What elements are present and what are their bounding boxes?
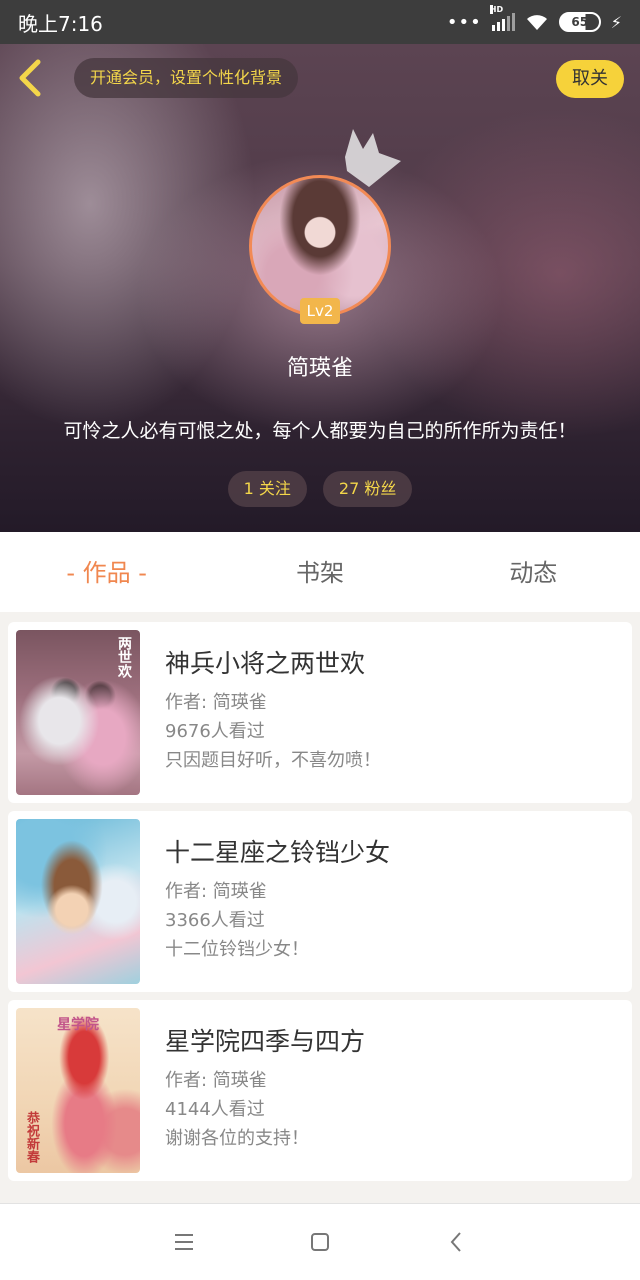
avatar[interactable] <box>249 175 391 317</box>
work-cover[interactable]: 星学院 恭祝新春 <box>16 1008 140 1173</box>
wifi-icon <box>526 15 547 30</box>
back-button[interactable] <box>16 58 52 98</box>
following-count[interactable]: 1 关注 <box>227 471 307 507</box>
work-title[interactable]: 十二星座之铃铛少女 <box>165 833 390 869</box>
home-button[interactable] <box>304 1226 336 1258</box>
profile-tabs: - 作品 - 书架 动态 <box>0 532 640 612</box>
stats-row: 1 关注 27 粉丝 <box>0 471 640 507</box>
nickname: 简瑛雀 <box>286 356 353 381</box>
bio: 可怜之人必有可恨之处，每个人都要为自己的所作所为责任！ <box>63 420 577 442</box>
work-author: 作者: 简瑛雀 <box>165 692 267 713</box>
vip-background-prompt[interactable]: 开通会员，设置个性化背景 <box>74 58 299 98</box>
cover-title: 两世欢 <box>116 636 132 678</box>
status-icons: ••• HD 65 ⚡ <box>446 5 622 33</box>
work-title[interactable]: 神兵小将之两世欢 <box>165 644 381 680</box>
cover-title: 星学院 <box>57 1017 99 1033</box>
tab-works[interactable]: - 作品 - <box>0 532 213 612</box>
work-views: 3366人看过 <box>165 910 265 931</box>
system-nav-bar <box>0 1203 640 1280</box>
work-views: 9676人看过 <box>165 721 265 742</box>
work-author: 作者: 简瑛雀 <box>165 1070 267 1091</box>
cover-greeting: 恭祝新春 <box>24 1111 39 1163</box>
status-bar: 晚上7:16 ••• HD 65 ⚡ <box>0 0 640 44</box>
work-cover[interactable] <box>16 819 140 984</box>
unfollow-button[interactable]: 取关 <box>556 60 624 98</box>
work-description: 只因题目好听，不喜勿喷！ <box>165 750 381 771</box>
signal-icon: HD <box>489 5 515 31</box>
chevron-left-icon <box>19 59 41 97</box>
back-icon <box>450 1232 461 1252</box>
work-info: 神兵小将之两世欢 作者: 简瑛雀 9676人看过 只因题目好听，不喜勿喷！ <box>140 630 381 795</box>
charging-icon: ⚡ <box>610 12 622 32</box>
menu-button[interactable] <box>168 1226 200 1258</box>
work-cover[interactable]: 两世欢 <box>16 630 140 795</box>
battery-icon: 65 <box>558 12 601 32</box>
work-description: 谢谢各位的支持！ <box>165 1128 309 1149</box>
avatar-container[interactable]: Lv2 <box>249 129 401 324</box>
work-description: 十二位铃铛少女！ <box>165 939 309 960</box>
tab-activity[interactable]: 动态 <box>427 532 640 612</box>
work-title[interactable]: 星学院四季与四方 <box>165 1022 365 1058</box>
work-card[interactable]: 星学院 恭祝新春 星学院四季与四方 作者: 简瑛雀 4144人看过 谢谢各位的支… <box>8 1000 632 1181</box>
profile-header: 开通会员，设置个性化背景 取关 Lv2 简瑛雀 可怜之人必有可恨之处，每个人都要… <box>0 44 640 532</box>
notification-dots: ••• <box>446 11 482 33</box>
work-info: 十二星座之铃铛少女 作者: 简瑛雀 3366人看过 十二位铃铛少女！ <box>140 819 390 984</box>
work-views: 4144人看过 <box>165 1099 265 1120</box>
home-icon <box>311 1233 329 1251</box>
work-author: 作者: 简瑛雀 <box>165 881 267 902</box>
tab-bookshelf[interactable]: 书架 <box>213 532 426 612</box>
work-card[interactable]: 两世欢 神兵小将之两世欢 作者: 简瑛雀 9676人看过 只因题目好听，不喜勿喷… <box>8 622 632 803</box>
hd-label: HD <box>489 5 504 14</box>
system-back-button[interactable] <box>440 1226 472 1258</box>
status-time: 晚上7:16 <box>18 11 103 36</box>
followers-count[interactable]: 27 粉丝 <box>322 471 413 507</box>
works-list: 两世欢 神兵小将之两世欢 作者: 简瑛雀 9676人看过 只因题目好听，不喜勿喷… <box>0 612 640 1189</box>
menu-icon <box>175 1234 193 1250</box>
work-card[interactable]: 十二星座之铃铛少女 作者: 简瑛雀 3366人看过 十二位铃铛少女！ <box>8 811 632 992</box>
work-info: 星学院四季与四方 作者: 简瑛雀 4144人看过 谢谢各位的支持！ <box>140 1008 365 1173</box>
battery-level: 65 <box>571 15 589 29</box>
level-badge: Lv2 <box>300 298 340 324</box>
